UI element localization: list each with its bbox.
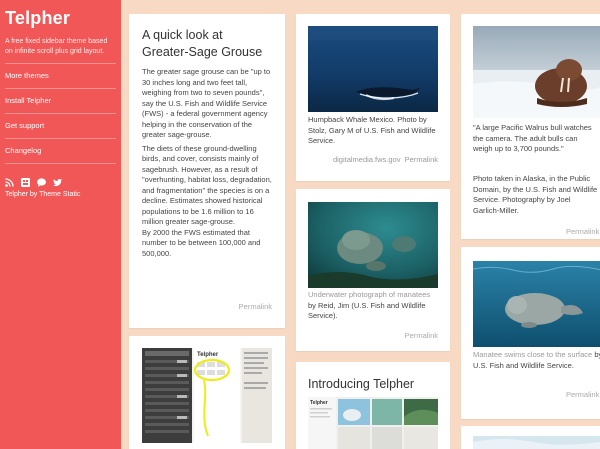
post-grouse: A quick look at Greater-Sage Grouse The … — [129, 14, 285, 328]
caption-rest: by Reid, Jim (U.S. Fish and Wildlife Ser… — [308, 300, 426, 321]
chat-icon[interactable] — [37, 174, 46, 187]
twitter-icon[interactable] — [53, 174, 62, 187]
sidebar: Telpher A free fixed sidebar theme based… — [0, 0, 121, 449]
permalink[interactable]: Permalink — [405, 155, 438, 164]
caption-muted[interactable]: Underwater photograph of manatees — [308, 290, 430, 299]
photo-caption: Photo taken in Alaska, in the Public Dom… — [473, 174, 598, 215]
post-paragraph: The greater sage grouse can be "up to 30… — [142, 67, 271, 139]
social-icons — [5, 163, 116, 187]
sidebar-nav: More themes Install Telpher Get support … — [5, 63, 116, 163]
post-paragraph: The diets of these ground-dwelling birds… — [142, 143, 272, 227]
manatees-photo[interactable] — [308, 202, 438, 288]
telpher-preview-image[interactable]: Telpher — [308, 397, 438, 449]
sidebar-link-more-themes[interactable]: More themes — [5, 63, 116, 88]
permalink[interactable]: Permalink — [566, 390, 599, 399]
site-description: A free fixed sidebar theme based on infi… — [5, 38, 108, 55]
manatee-surface-photo[interactable] — [473, 261, 600, 347]
whale-photo[interactable] — [308, 26, 438, 112]
permalink[interactable]: Permalink — [239, 302, 272, 311]
post-title[interactable]: Introducing Telpher — [308, 376, 414, 393]
site-title[interactable]: Telpher — [5, 8, 116, 29]
rss-icon[interactable] — [5, 174, 14, 187]
post-manatees: Underwater photograph of manatees by Rei… — [296, 189, 450, 351]
photo-source-line: digitalmedia.fws.gov Permalink — [333, 155, 438, 164]
source-link[interactable]: digitalmedia.fws.gov — [333, 155, 401, 164]
preview-label: Telpher — [310, 400, 328, 406]
post-manatee-surface: Manatee swims close to the surface by U.… — [461, 247, 600, 419]
photo-caption: Underwater photograph of manatees by Rei… — [308, 290, 440, 322]
theme-credit[interactable]: Telpher by Theme Static — [5, 191, 116, 198]
post-title[interactable]: A quick look at Greater-Sage Grouse — [142, 27, 272, 61]
photo-caption: Humpback Whale Mexico. Photo by Stolz, G… — [308, 115, 436, 145]
sidebar-link-install[interactable]: Install Telpher — [5, 88, 116, 113]
post-whale: Humpback Whale Mexico. Photo by Stolz, G… — [296, 14, 450, 181]
grid-icon[interactable] — [21, 174, 30, 187]
photo-caption: Manatee swims close to the surface by U.… — [473, 350, 600, 371]
photo-quote: "A large Pacific Walrus bull watches the… — [473, 123, 592, 153]
post-introducing: Introducing Telpher Telpher — [296, 362, 450, 449]
post-paragraph: By 2000 the FWS estimated that number to… — [142, 227, 261, 258]
walrus-photo[interactable] — [473, 26, 600, 118]
theme-settings-screenshot[interactable]: Telpher — [142, 348, 272, 443]
permalink[interactable]: Permalink — [566, 227, 599, 236]
partial-photo[interactable] — [473, 436, 600, 449]
sidebar-link-changelog[interactable]: Changelog — [5, 138, 116, 163]
sidebar-link-support[interactable]: Get support — [5, 113, 116, 138]
post-screenshot: Telpher — [129, 336, 285, 449]
screenshot-label: Telpher — [197, 352, 219, 358]
permalink[interactable]: Permalink — [405, 331, 438, 340]
caption-muted[interactable]: Manatee swims close to the surface — [473, 350, 592, 359]
post-partial — [461, 426, 600, 449]
post-walrus: "A large Pacific Walrus bull watches the… — [461, 14, 600, 239]
